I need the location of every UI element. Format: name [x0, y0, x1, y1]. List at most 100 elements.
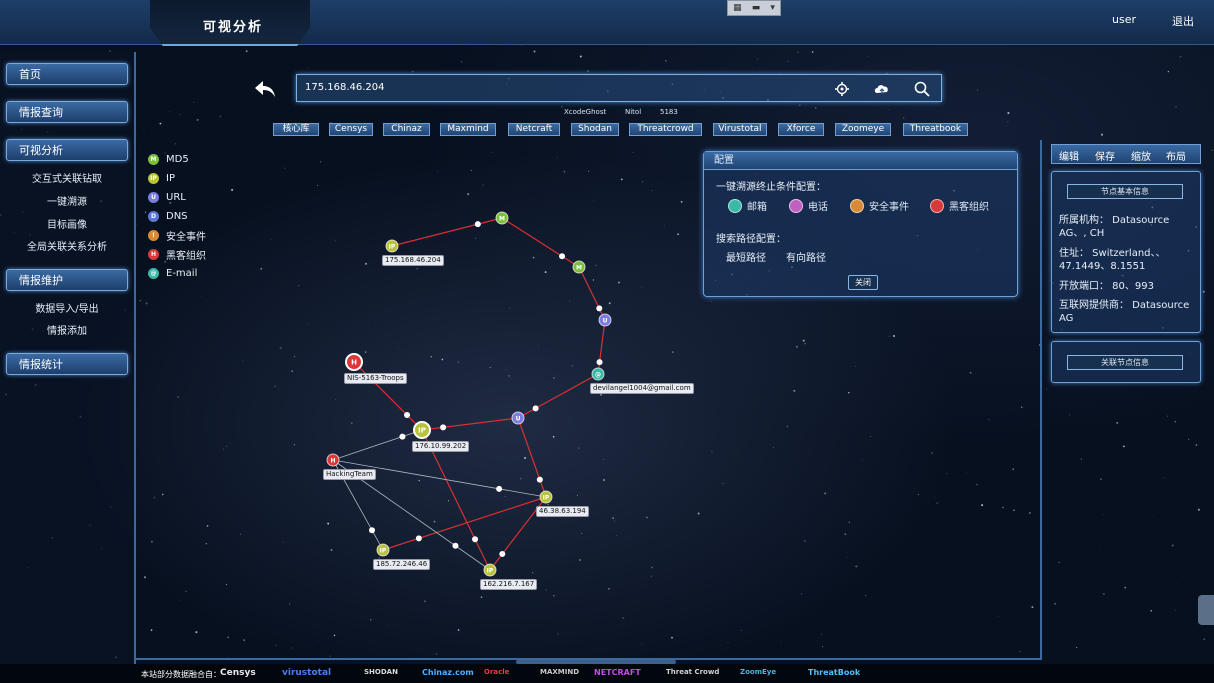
stop-option-email[interactable]: 邮箱: [728, 198, 767, 213]
node-label[interactable]: 46.38.63.194: [536, 506, 589, 517]
chevron-down-icon[interactable]: ▾: [770, 3, 775, 13]
related-node-info-button[interactable]: 关联节点信息: [1067, 355, 1183, 370]
legend-label: 黑客组织: [166, 251, 206, 262]
tab-netcraft[interactable]: Netcraft: [508, 123, 560, 136]
sidebar-item-interactive-drill[interactable]: 交互式关联钻取: [0, 170, 134, 185]
cloud-upload-icon[interactable]: [873, 80, 891, 98]
sidebar-home[interactable]: 首页: [6, 63, 128, 85]
footer-logo-virustotal[interactable]: virustotal: [282, 668, 331, 678]
stop-option-label: 电话: [808, 202, 828, 213]
stop-option-label: 黑客组织: [949, 202, 989, 213]
node-label[interactable]: devilangel1004@gmail.com: [590, 383, 694, 394]
legend-icon: IP: [148, 173, 159, 184]
legend-label: MD5: [166, 154, 189, 165]
footer-logo-threatbook[interactable]: ThreatBook: [808, 668, 860, 677]
stop-option-security-event[interactable]: 安全事件: [850, 198, 909, 213]
hacker-group-icon: [930, 198, 944, 213]
legend-icon: M: [148, 154, 159, 165]
footer-logo-chinaz[interactable]: Chinaz.com: [422, 668, 474, 677]
info-organization: 所属机构： Datasource AG、, CH: [1059, 215, 1170, 239]
footer-logo-maxmind[interactable]: MAXMIND: [540, 668, 579, 676]
node-label[interactable]: 185.72.246.46: [373, 559, 431, 570]
stop-option-phone[interactable]: 电话: [789, 198, 828, 213]
tab-threatbook[interactable]: Threatbook: [903, 123, 968, 136]
sidebar-item-one-click-trace[interactable]: 一键溯源: [0, 193, 134, 208]
sidebar-intel-stats[interactable]: 情报统计: [6, 353, 128, 375]
node-label[interactable]: NIS-5163-Troops: [344, 373, 407, 384]
security-event-icon: [850, 198, 864, 213]
sidebar-intel-query[interactable]: 情报查询: [6, 101, 128, 123]
footer-logo-shodan[interactable]: SHODAN: [364, 668, 398, 676]
tab-censys[interactable]: Censys: [329, 123, 373, 136]
footer-logo-zoomeye[interactable]: ZoomEye: [740, 668, 776, 676]
legend-item: IP IP: [148, 169, 206, 188]
side-drawer-handle[interactable]: [1198, 595, 1214, 625]
path-option-directed[interactable]: 有向路径: [786, 249, 826, 264]
legend-label: 安全事件: [166, 232, 206, 243]
node-basic-info-button[interactable]: 节点基本信息: [1067, 184, 1183, 199]
footer-logo-threatcrowd[interactable]: Threat Crowd: [666, 668, 719, 676]
sidebar-visual-analysis[interactable]: 可视分析: [6, 139, 128, 161]
grid-icon[interactable]: ▦: [733, 3, 742, 13]
footer: 本站部分数据融合自： Censys virustotal SHODAN Chin…: [0, 664, 1214, 683]
close-button[interactable]: 关闭: [848, 275, 878, 290]
minus-icon[interactable]: ▬: [752, 3, 761, 13]
tab-maxmind[interactable]: Maxmind: [440, 123, 496, 136]
node-label[interactable]: 162.216.7.167: [480, 579, 538, 590]
tab-shodan[interactable]: Shodan: [571, 123, 619, 136]
path-config-label: 搜索路径配置：: [716, 234, 786, 245]
legend-icon: D: [148, 211, 159, 222]
search-tag[interactable]: Nitol: [625, 108, 641, 116]
page-title: 可视分析: [203, 20, 264, 35]
logout-link[interactable]: 退出: [1172, 13, 1194, 29]
gear-icon[interactable]: [833, 80, 851, 98]
search-input[interactable]: 175.168.46.204: [305, 82, 385, 93]
tab-chinaz[interactable]: Chinaz: [383, 123, 430, 136]
sidebar-intel-maintenance[interactable]: 情报维护: [6, 269, 128, 291]
tab-virustotal[interactable]: Virustotal: [713, 123, 767, 136]
sidebar-item-import-export[interactable]: 数据导入/导出: [0, 300, 134, 315]
sidebar-item-target-profile[interactable]: 目标画像: [0, 216, 134, 231]
sidebar-item-add-intel[interactable]: 情报添加: [0, 322, 134, 337]
tab-layout[interactable]: 布局: [1166, 148, 1186, 163]
legend-label: DNS: [166, 211, 188, 222]
graph-legend: M MD5 IP IP U URL D DNS! 安全事件 H 黑客组织 @ E-mail: [148, 150, 206, 283]
phone-icon: [789, 198, 803, 213]
email-icon: [728, 198, 742, 213]
window-mini-controls[interactable]: ▦ ▬ ▾: [727, 0, 781, 16]
footer-logo-censys[interactable]: Censys: [220, 668, 256, 678]
config-panel: 配置 一键溯源终止条件配置： 邮箱 电话 安全事件 黑客组织 搜索路径配置： 最…: [703, 151, 1018, 297]
tab-core-library[interactable]: 核心库: [273, 123, 319, 136]
legend-item: @ E-mail: [148, 264, 206, 283]
back-arrow-icon[interactable]: [253, 79, 277, 99]
legend-label: E-mail: [166, 268, 198, 279]
tab-zoom[interactable]: 缩放: [1131, 148, 1151, 163]
legend-icon: @: [148, 268, 159, 279]
node-label[interactable]: 176.10.99.202: [412, 441, 470, 452]
tab-save[interactable]: 保存: [1095, 148, 1115, 163]
search-tag[interactable]: XcodeGhost: [564, 108, 606, 116]
sidebar-item-global-relation[interactable]: 全局关联关系分析: [0, 238, 134, 253]
footer-logo-netcraft[interactable]: NETCRAFT: [594, 668, 641, 677]
search-bar[interactable]: 175.168.46.204: [296, 74, 942, 102]
info-address: 住址： Switzerland、、47.1449、8.1551: [1059, 248, 1166, 272]
footer-label: 本站部分数据融合自：: [141, 670, 221, 679]
tab-xforce[interactable]: Xforce: [778, 123, 824, 136]
tab-threatcrowd[interactable]: Threatcrowd: [629, 123, 702, 136]
user-name[interactable]: user: [1112, 13, 1136, 26]
right-panel-tabs: 编辑 保存 缩放 布局: [1051, 144, 1201, 164]
info-open-ports: 开放端口： 80、993: [1059, 281, 1154, 292]
search-tag[interactable]: 5183: [660, 108, 678, 116]
node-label[interactable]: HackingTeam: [323, 469, 376, 480]
tab-edit[interactable]: 编辑: [1059, 148, 1079, 163]
node-label[interactable]: 175.168.46.204: [382, 255, 444, 266]
legend-icon: !: [148, 230, 159, 241]
footer-logo-oracle[interactable]: Oracle: [484, 668, 509, 676]
node-info-panel: 节点基本信息 所属机构： Datasource AG、, CH 住址： Swit…: [1051, 171, 1201, 333]
path-option-shortest[interactable]: 最短路径: [726, 249, 766, 264]
stop-option-hacker-group[interactable]: 黑客组织: [930, 198, 989, 213]
stop-option-label: 邮箱: [747, 202, 767, 213]
legend-item: ! 安全事件: [148, 226, 206, 245]
search-icon[interactable]: [913, 80, 931, 98]
tab-zoomeye[interactable]: Zoomeye: [835, 123, 891, 136]
